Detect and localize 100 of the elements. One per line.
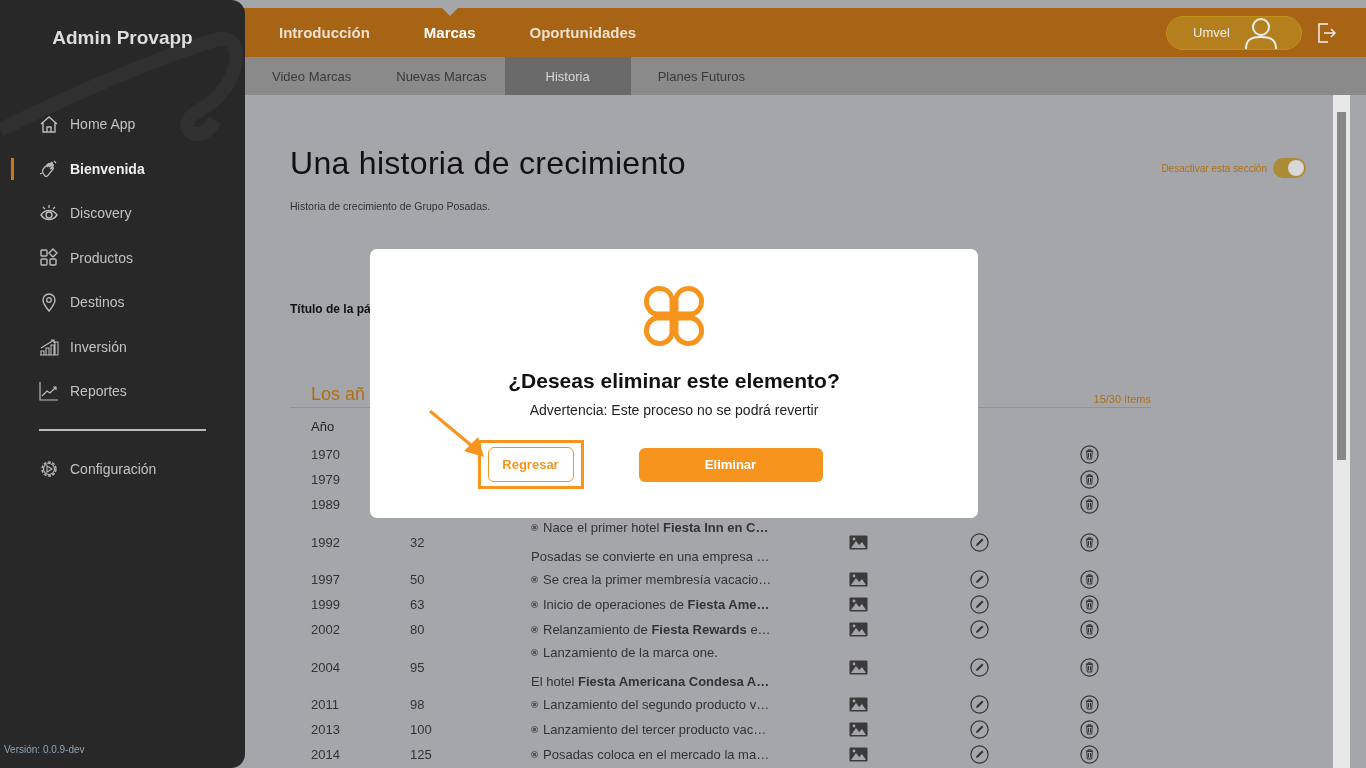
edit-icon[interactable] (970, 532, 989, 552)
value-cell-text: 63 (410, 597, 426, 612)
sidebar-item[interactable]: Home App (0, 102, 245, 147)
delete-icon[interactable] (1080, 445, 1099, 464)
sidebar-item[interactable]: Productos (0, 235, 245, 280)
bullet-icon (531, 726, 538, 733)
sub-tab[interactable]: Nuevas Marcas (369, 57, 505, 95)
delete-icon[interactable] (1080, 657, 1099, 677)
toggle-label: Desactivar esta sección (1161, 162, 1267, 174)
bullet-icon (531, 626, 538, 633)
item-count: 15/30 ítems (1093, 393, 1151, 405)
year-cell-text: 1979 (311, 472, 341, 487)
page-subtitle: Historia de crecimiento de Grupo Posadas. (290, 200, 491, 212)
description-text: Nace el primer hotel Fiesta Inn en C… (543, 520, 769, 535)
image-icon[interactable] (849, 697, 868, 712)
description-text: Se crea la primer membresía vacacio… (543, 572, 772, 587)
image-icon[interactable] (849, 534, 868, 550)
description-text: Lanzamiento de la marca one. (543, 645, 718, 660)
delete-icon[interactable] (1080, 595, 1099, 614)
delete-icon[interactable] (1080, 695, 1099, 714)
user-icon (1243, 16, 1278, 49)
clover-logo-icon (641, 283, 707, 349)
sub-tab[interactable]: Planes Futuros (630, 57, 764, 95)
edit-icon[interactable] (970, 620, 989, 639)
description-text: Lanzamiento del tercer producto vac… (543, 722, 767, 737)
edit-icon[interactable] (970, 570, 989, 589)
delete-icon[interactable] (1080, 720, 1099, 739)
sub-tab[interactable]: Video Marcas (245, 57, 370, 95)
bullet-icon (531, 524, 538, 531)
scrollbar[interactable] (1333, 95, 1350, 768)
edit-icon[interactable] (970, 720, 989, 739)
bullet-icon (531, 601, 538, 608)
edit-icon[interactable] (970, 695, 989, 714)
list-title: Los añ (311, 384, 366, 405)
edit-icon[interactable] (970, 657, 989, 677)
page-title: Una historia de crecimiento (290, 145, 686, 182)
app-title: Admin Provapp (52, 27, 193, 49)
bullet-icon (531, 576, 538, 583)
year-cell-text: 2013 (311, 722, 341, 737)
value-cell-text: 95 (410, 659, 426, 675)
image-icon[interactable] (849, 622, 868, 637)
section-toggle[interactable] (1273, 158, 1306, 178)
nav-tab[interactable]: Oportunidades (529, 8, 637, 57)
edit-icon[interactable] (970, 595, 989, 614)
column-header: Año (311, 419, 335, 434)
delete-icon[interactable] (1080, 495, 1099, 514)
value-cell-text: 125 (410, 747, 433, 762)
sidebar-item[interactable]: Inversión (0, 324, 245, 369)
bullet-icon (531, 751, 538, 758)
delete-icon[interactable] (1080, 620, 1099, 639)
image-icon[interactable] (849, 722, 868, 737)
logout-icon[interactable] (1318, 22, 1336, 43)
value-cell-text: 80 (410, 622, 426, 637)
image-icon[interactable] (849, 659, 868, 675)
description-text: Posadas coloca en el mercado la ma… (543, 747, 770, 762)
description-text: Lanzamiento del segundo producto v… (543, 697, 770, 712)
bullet-icon (531, 649, 538, 656)
edit-icon[interactable] (970, 745, 989, 764)
description-text: Inicio de operaciones de Fiesta Ame… (543, 597, 770, 612)
nav-tab[interactable]: Marcas (423, 8, 476, 57)
year-cell-text: 2011 (311, 697, 340, 712)
shapes-icon (39, 247, 59, 268)
image-icon[interactable] (849, 747, 868, 762)
sidebar-item[interactable]: Destinos (0, 280, 245, 325)
value-cell-text: 50 (410, 572, 426, 587)
location-pin-icon (39, 292, 59, 313)
delete-icon[interactable] (1080, 532, 1099, 552)
delete-icon[interactable] (1080, 745, 1099, 764)
sidebar-item[interactable]: Discovery (0, 191, 245, 236)
image-icon[interactable] (849, 572, 868, 587)
description-text: Relanzamiento de Fiesta Rewards e… (543, 622, 771, 637)
sidebar-item[interactable]: Configuración (0, 446, 245, 491)
year-cell-text: 1997 (311, 572, 341, 587)
delete-icon[interactable] (1080, 570, 1099, 589)
bullet-icon (531, 701, 538, 708)
image-icon[interactable] (849, 597, 868, 612)
bar-growth-icon (39, 336, 59, 357)
description-text: Posadas se convierte en una empresa … (531, 549, 770, 564)
user-menu[interactable]: Umvel (1166, 15, 1302, 50)
dialog-title: ¿Deseas eliminar este elemento? (508, 369, 840, 393)
house-icon (39, 114, 59, 135)
delete-icon[interactable] (1080, 470, 1099, 489)
year-cell-text: 2014 (311, 747, 341, 762)
year-cell-text: 1989 (311, 497, 341, 512)
year-cell-text: 1970 (311, 447, 341, 462)
description-text: El hotel Fiesta Americana Condesa A… (531, 674, 770, 689)
value-cell-text: 32 (410, 534, 426, 550)
value-cell-text: 100 (410, 722, 433, 737)
value-cell-text: 98 (410, 697, 426, 712)
sidebar-item[interactable]: Bienvenida (0, 146, 245, 191)
nav-tab[interactable]: Introducción (279, 8, 370, 57)
year-cell-text: 1992 (311, 534, 341, 550)
year-cell-text: 1999 (311, 597, 341, 612)
line-chart-icon (39, 381, 59, 402)
field-label: Título de la pá (290, 302, 371, 316)
year-cell-text: 2004 (311, 659, 341, 675)
sidebar-item[interactable]: Reportes (0, 369, 245, 414)
year-cell-text: 2002 (311, 622, 341, 637)
sub-tab[interactable]: Historia (504, 57, 631, 95)
dialog-message: Advertencia: Este proceso no se podrá revertir (529, 402, 819, 418)
